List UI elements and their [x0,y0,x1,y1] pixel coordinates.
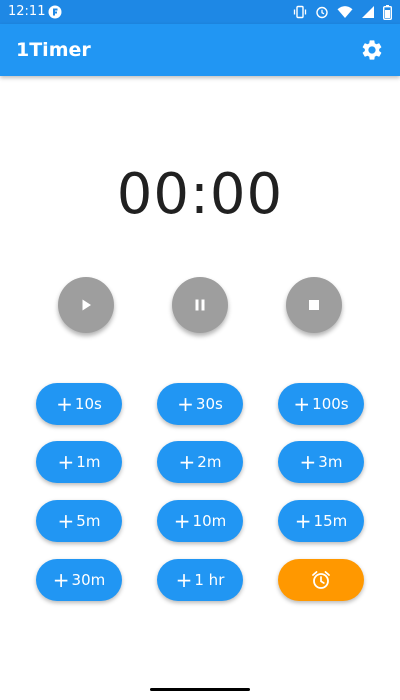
app-bar: 1Timer [0,24,400,76]
increment-label: 10s [74,395,102,413]
increment-label: 1 hr [194,571,225,589]
play-icon [82,299,91,311]
home-indicator[interactable] [150,688,250,691]
plus-sign: + [177,392,194,416]
increment-label: 15m [313,512,348,530]
increment-label: 5m [76,512,101,530]
plus-sign: + [293,392,311,416]
gear-icon [362,40,382,60]
add-10m-button[interactable]: + 10m [157,500,243,542]
plus-sign: + [57,450,75,474]
pause-button[interactable] [172,277,228,333]
increment-label: 30s [195,395,223,413]
vibrate-icon [293,5,307,19]
add-30s-button[interactable]: + 30s [157,383,243,425]
increment-label: 100s [312,395,349,413]
add-3m-button[interactable]: + 3m [278,441,364,483]
add-15m-button[interactable]: + 15m [278,500,364,542]
plus-sign: + [52,568,70,592]
increment-label: 2m [197,453,222,471]
battery-icon [383,4,392,20]
alarm-icon [316,6,328,19]
plus-sign: + [175,568,193,592]
increment-label: 10m [192,512,227,530]
alarm-button[interactable] [278,559,364,601]
status-icons [293,4,392,20]
plus-sign: + [56,392,73,416]
status-time: 12:11 [8,4,46,19]
settings-button[interactable] [360,38,384,62]
plus-sign: + [299,450,317,474]
add-10s-button[interactable]: + 10s [36,383,122,425]
add-5m-button[interactable]: + 5m [36,500,122,542]
increment-label: 3m [318,453,343,471]
add-1m-button[interactable]: + 1m [36,441,122,483]
plus-sign: + [294,509,312,533]
signal-icon [362,6,374,18]
pause-icon [195,299,205,311]
plus-sign: + [57,509,75,533]
stop-button[interactable] [286,277,342,333]
plus-sign: + [178,450,196,474]
stop-icon [309,300,319,310]
add-100s-button[interactable]: + 100s [278,383,364,425]
wifi-icon [337,6,353,18]
timer-display: 00:00 [116,162,284,227]
alarm-clock-icon [312,571,330,589]
increment-label: 1m [76,453,101,471]
add-1hr-button[interactable]: + 1 hr [157,559,243,601]
status-bar: 12:11 [0,0,400,24]
add-30m-button[interactable]: + 30m [36,559,122,601]
increment-label: 30m [71,571,106,589]
play-button[interactable] [58,277,114,333]
add-2m-button[interactable]: + 2m [157,441,243,483]
app-notification-icon [48,5,62,19]
app-title: 1Timer [16,39,91,61]
plus-sign: + [173,509,191,533]
